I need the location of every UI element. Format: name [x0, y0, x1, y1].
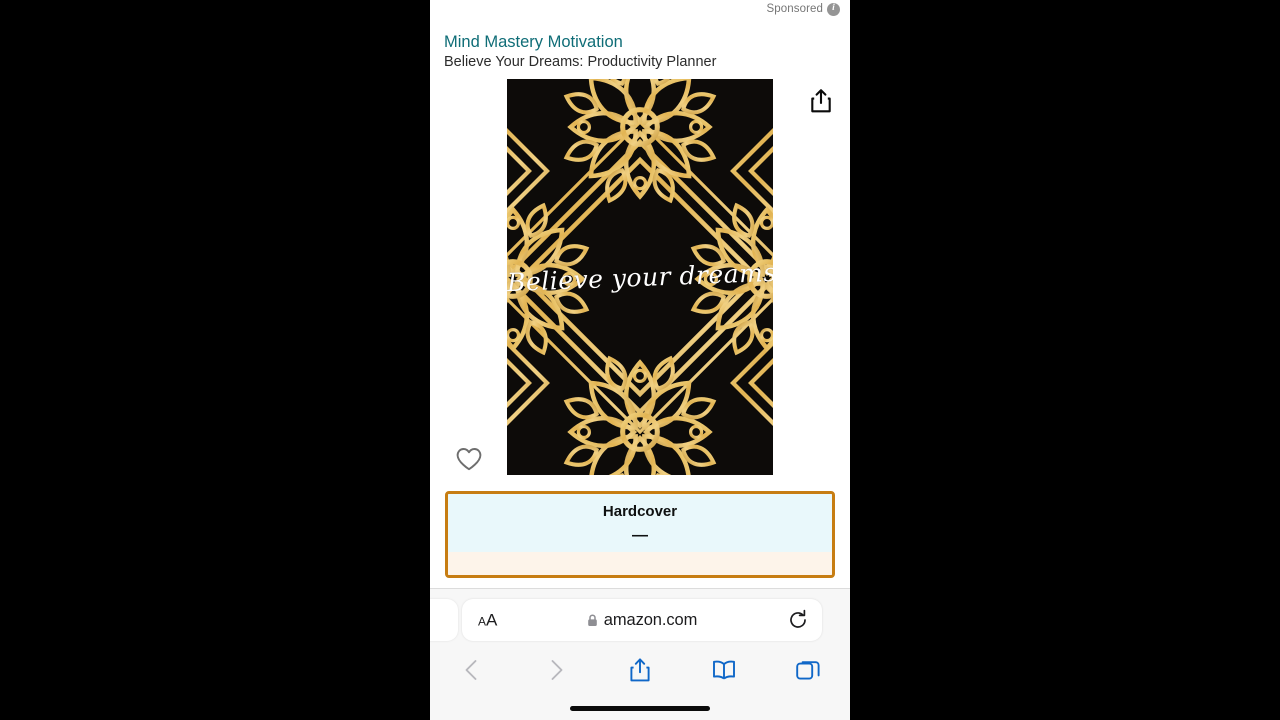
home-indicator — [570, 706, 710, 711]
format-option-hardcover[interactable]: Hardcover — — [445, 491, 835, 578]
tabs-button[interactable] — [766, 645, 850, 695]
browser-toolbar — [430, 645, 850, 695]
format-option-bottom — [448, 552, 832, 575]
info-circle-icon[interactable]: i — [827, 2, 840, 16]
format-option-top: Hardcover — — [448, 494, 832, 552]
format-price: — — [632, 527, 648, 544]
product-subtitle: Believe Your Dreams: Productivity Planne… — [444, 54, 717, 70]
share-button[interactable] — [598, 645, 682, 695]
phone-viewport: Sponsored i Mind Mastery Motivation Beli… — [430, 0, 850, 720]
back-button[interactable] — [430, 645, 514, 695]
forward-button[interactable] — [514, 645, 598, 695]
brand-link[interactable]: Mind Mastery Motivation — [444, 32, 623, 52]
safari-webview: Sponsored i Mind Mastery Motivation Beli… — [430, 0, 850, 588]
sponsored-label: Sponsored — [766, 3, 823, 15]
reload-icon[interactable] — [788, 609, 808, 631]
screen-recording-frame: Sponsored i Mind Mastery Motivation Beli… — [0, 0, 1280, 720]
sponsored-badge: Sponsored i — [766, 2, 840, 16]
lock-icon — [587, 613, 598, 627]
address-bar-center: amazon.com — [462, 610, 822, 630]
heart-outline-icon[interactable] — [455, 446, 483, 472]
bookmarks-button[interactable] — [682, 645, 766, 695]
safari-browser-chrome: A A amazon.com — [430, 588, 850, 720]
address-bar[interactable]: A A amazon.com — [462, 599, 822, 641]
adjacent-tab-peek[interactable] — [430, 599, 458, 641]
url-text: amazon.com — [603, 611, 698, 629]
format-label: Hardcover — [602, 503, 678, 520]
product-cover-image[interactable]: Believe your dreams — [507, 79, 773, 475]
share-icon[interactable] — [808, 87, 834, 115]
